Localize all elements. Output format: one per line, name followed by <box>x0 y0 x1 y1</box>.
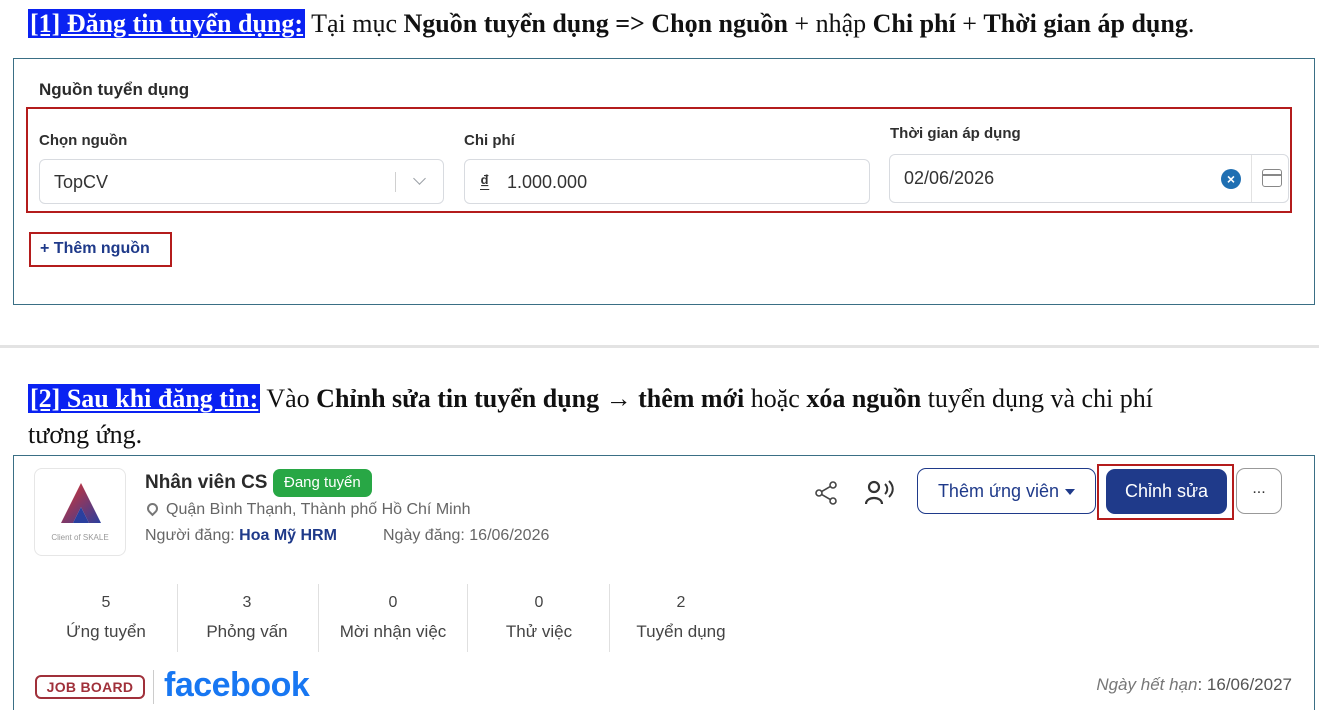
source-label: Chọn nguồn <box>39 132 128 149</box>
expiry-value: : 16/06/2027 <box>1197 675 1292 694</box>
step1-text: Tại mục <box>305 9 404 38</box>
company-logo: Client of SKALE <box>34 468 126 556</box>
section-title: Nguồn tuyển dụng <box>39 80 190 99</box>
facebook-logo: facebook <box>164 666 310 704</box>
expiry-date: Ngày hết hạn: 16/06/2027 <box>1096 675 1292 695</box>
step1-instruction: [1] Đăng tin tuyển dụng: Tại mục Nguồn t… <box>28 8 1194 40</box>
step2-bold-edit: Chỉnh sửa tin tuyển dụng → thêm mới <box>316 384 745 413</box>
logo-divider <box>153 670 154 704</box>
clear-icon[interactable]: × <box>1221 169 1241 189</box>
step1-bold-source: Nguồn tuyển dụng => Chọn nguồn <box>403 9 788 38</box>
calendar-icon[interactable] <box>1262 169 1282 187</box>
stat-probation[interactable]: 0 Thử việc <box>479 584 599 654</box>
stat-interview[interactable]: 3 Phỏng vấn <box>187 584 307 654</box>
more-options-button[interactable]: ... <box>1236 468 1282 514</box>
stat-value: 0 <box>534 594 544 611</box>
step1-text: . <box>1187 9 1195 38</box>
recruitment-source-panel: Nguồn tuyển dụng Chọn nguồn TopCV Chi ph… <box>13 58 1315 305</box>
stat-divider <box>609 584 610 652</box>
logo-caption: Client of SKALE <box>51 533 109 542</box>
expiry-label: Ngày hết hạn <box>1096 675 1198 694</box>
voice-icon[interactable] <box>865 478 895 506</box>
step2-instruction: [2] Sau khi đăng tin: Vào Chỉnh sửa tin … <box>28 383 1153 415</box>
select-divider <box>395 172 396 192</box>
stat-hired[interactable]: 2 Tuyển dụng <box>621 584 741 654</box>
poster-info: Người đăng: Hoa Mỹ HRM <box>145 527 337 545</box>
step1-tag: [1] Đăng tin tuyển dụng: <box>28 9 306 38</box>
stat-value: 5 <box>101 594 111 611</box>
stat-label: Tuyển dụng <box>636 622 726 641</box>
skale-logo-icon <box>61 483 101 523</box>
stat-label: Phỏng vấn <box>206 622 288 641</box>
job-location: Quận Bình Thạnh, Thành phố Hồ Chí Minh <box>166 501 471 518</box>
cost-value: 1.000.000 <box>507 172 588 192</box>
stat-label: Mời nhận việc <box>339 622 447 641</box>
stat-value: 2 <box>676 594 686 611</box>
add-candidate-label: Thêm ứng viên <box>937 481 1060 501</box>
share-icon[interactable] <box>813 480 839 506</box>
step1-bold-cost: Chi phí <box>872 9 956 38</box>
step1-bold-time: Thời gian áp dụng <box>983 9 1188 38</box>
date-divider <box>1251 155 1252 202</box>
currency-icon: ₫ <box>480 172 490 192</box>
stat-label: Thử việc <box>505 622 573 641</box>
post-date: Ngày đăng: 16/06/2026 <box>383 527 550 544</box>
jobboard-logo: JOB BOARD <box>35 675 145 699</box>
poster-label: Người đăng: <box>145 527 240 544</box>
stat-offer[interactable]: 0 Mời nhận việc <box>328 584 458 654</box>
stat-applied[interactable]: 5 Ứng tuyển <box>46 584 166 654</box>
edit-button[interactable]: Chỉnh sửa <box>1106 469 1227 514</box>
cost-label: Chi phí <box>464 132 515 149</box>
add-candidate-button[interactable]: Thêm ứng viên <box>917 468 1096 514</box>
job-title[interactable]: Nhân viên CS <box>145 472 267 494</box>
section-divider <box>0 345 1319 348</box>
poster-name[interactable]: Hoa Mỹ HRM <box>239 527 337 544</box>
step2-text: hoặc <box>744 384 807 413</box>
step1-text: + nhập <box>787 9 873 38</box>
date-value: 02/06/2026 <box>904 168 995 188</box>
job-posting-card: Client of SKALE Nhân viên CS Đang tuyển … <box>13 455 1315 710</box>
add-source-label: + Thêm nguồn <box>40 240 150 257</box>
source-select[interactable]: TopCV <box>39 159 444 204</box>
stat-value: 0 <box>388 594 398 611</box>
location-pin-icon <box>144 500 161 517</box>
caret-down-icon <box>1065 489 1076 496</box>
stat-value: 3 <box>242 594 252 611</box>
step2-text: Vào <box>260 384 317 413</box>
date-picker[interactable]: 02/06/2026 × <box>889 154 1289 203</box>
date-label: Thời gian áp dụng <box>890 125 1021 142</box>
step2-tag: [2] Sau khi đăng tin: <box>28 384 261 413</box>
step2-text: tuyển dụng và chi phí <box>921 384 1153 413</box>
step1-text: + <box>955 9 984 38</box>
source-value: TopCV <box>54 172 109 192</box>
chevron-down-icon[interactable] <box>413 172 426 185</box>
stat-divider <box>318 584 319 652</box>
stat-label: Ứng tuyển <box>66 622 146 641</box>
step2-bold-delete: xóa nguồn <box>806 384 922 413</box>
add-source-button[interactable]: + Thêm nguồn <box>29 232 172 267</box>
step2-instruction-line2: tương ứng. <box>28 420 143 449</box>
stat-divider <box>177 584 178 652</box>
cost-input[interactable]: ₫ 1.000.000 <box>464 159 870 204</box>
stat-divider <box>467 584 468 652</box>
status-badge: Đang tuyển <box>273 469 372 497</box>
